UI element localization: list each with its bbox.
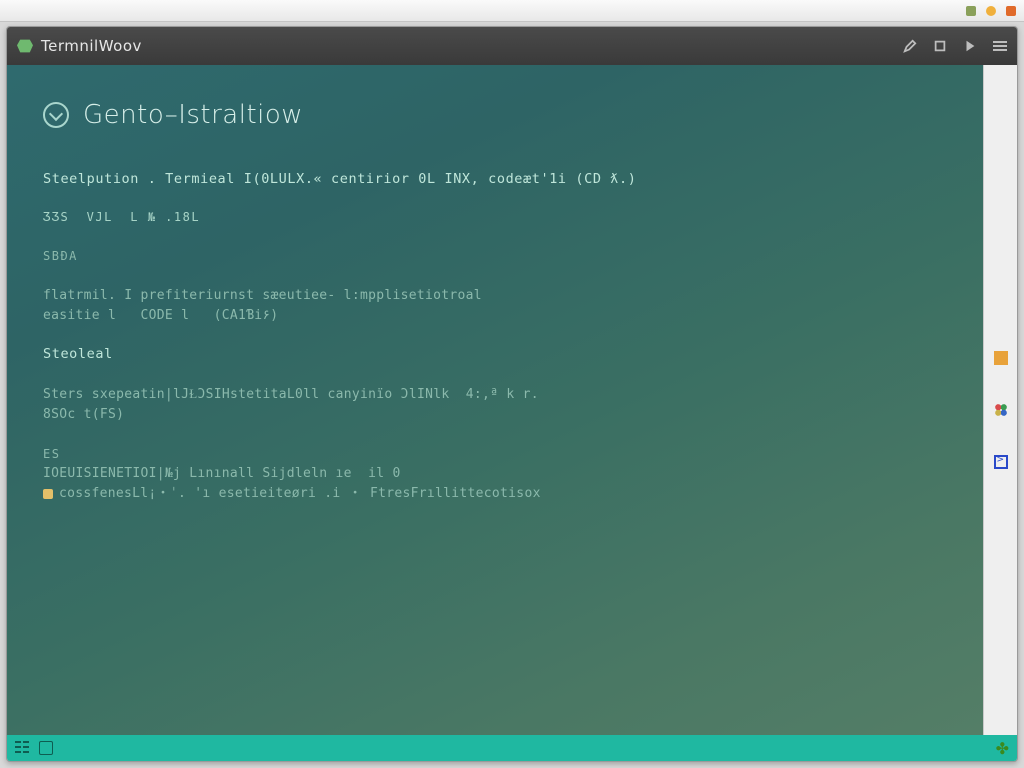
term-line-3: SBƉA: [43, 247, 947, 266]
maximize-dot[interactable]: [986, 6, 996, 16]
taskbar-apps-icon[interactable]: [15, 741, 29, 755]
stop-icon[interactable]: [933, 39, 947, 53]
taskbar: ✤: [7, 735, 1017, 761]
term-line-8: ES: [43, 445, 947, 464]
application-window: TermnilWoov Gento–Istraltiow Steelputio: [6, 26, 1018, 762]
terminal-pane[interactable]: Gento–Istraltiow Steelpution . Termieal …: [7, 65, 983, 735]
app-icon: [17, 38, 33, 54]
sidebar-console-icon[interactable]: [994, 455, 1008, 469]
tray-clover-icon[interactable]: ✤: [996, 739, 1009, 758]
play-icon[interactable]: [963, 39, 977, 53]
package-icon: [43, 489, 53, 499]
taskbar-terminal-icon[interactable]: [39, 741, 53, 755]
sidebar-apps-icon[interactable]: [994, 403, 1008, 417]
terminal-heading: Gento–Istraltiow: [83, 95, 303, 135]
app-title: TermnilWoov: [41, 37, 142, 55]
term-line-9: IOEUISIENETIOI|№j Lınınall Sijdleln ıe i…: [43, 464, 947, 484]
download-circle-icon: [43, 102, 69, 128]
term-section: Steoleal: [43, 344, 947, 365]
term-line-7: 8SOc t(FS): [43, 405, 947, 425]
minimize-dot[interactable]: [966, 6, 976, 16]
close-dot[interactable]: [1006, 6, 1016, 16]
taskbar-tray: ✤: [996, 739, 1009, 758]
term-line-2: ƷƷS VJL L № .18l: [43, 208, 947, 227]
terminal-header: Gento–Istraltiow: [43, 95, 947, 135]
term-line-10-row: cossfenesLl¡・ˈ. 'ı esetieiteøri .i ・ Ftr…: [43, 484, 947, 504]
titlebar-actions: [903, 39, 1007, 53]
term-line-5: easitie l CODE l (CA1Ɓi۶): [43, 306, 947, 326]
work-area: Gento–Istraltiow Steelpution . Termieal …: [7, 65, 1017, 735]
titlebar: TermnilWoov: [7, 27, 1017, 65]
term-line-6: Sters sxepeatin|lJⱢƆSIHstetitaL0ll canyi…: [43, 385, 947, 405]
term-line-1: Steelpution . Termieal I(0LULX.« centiri…: [43, 169, 947, 190]
term-line-10: cossfenesLl¡・ˈ. 'ı esetieiteøri .i ・ Ftr…: [59, 484, 541, 504]
desktop-window-controls: [0, 0, 1024, 22]
sidebar-marker-icon[interactable]: [994, 351, 1008, 365]
edit-icon[interactable]: [903, 39, 917, 53]
right-sidebar: [983, 65, 1017, 735]
menu-icon[interactable]: [993, 39, 1007, 53]
term-line-4: flatrmil. I prefiteriurnst sæeutiee- l:m…: [43, 286, 947, 306]
